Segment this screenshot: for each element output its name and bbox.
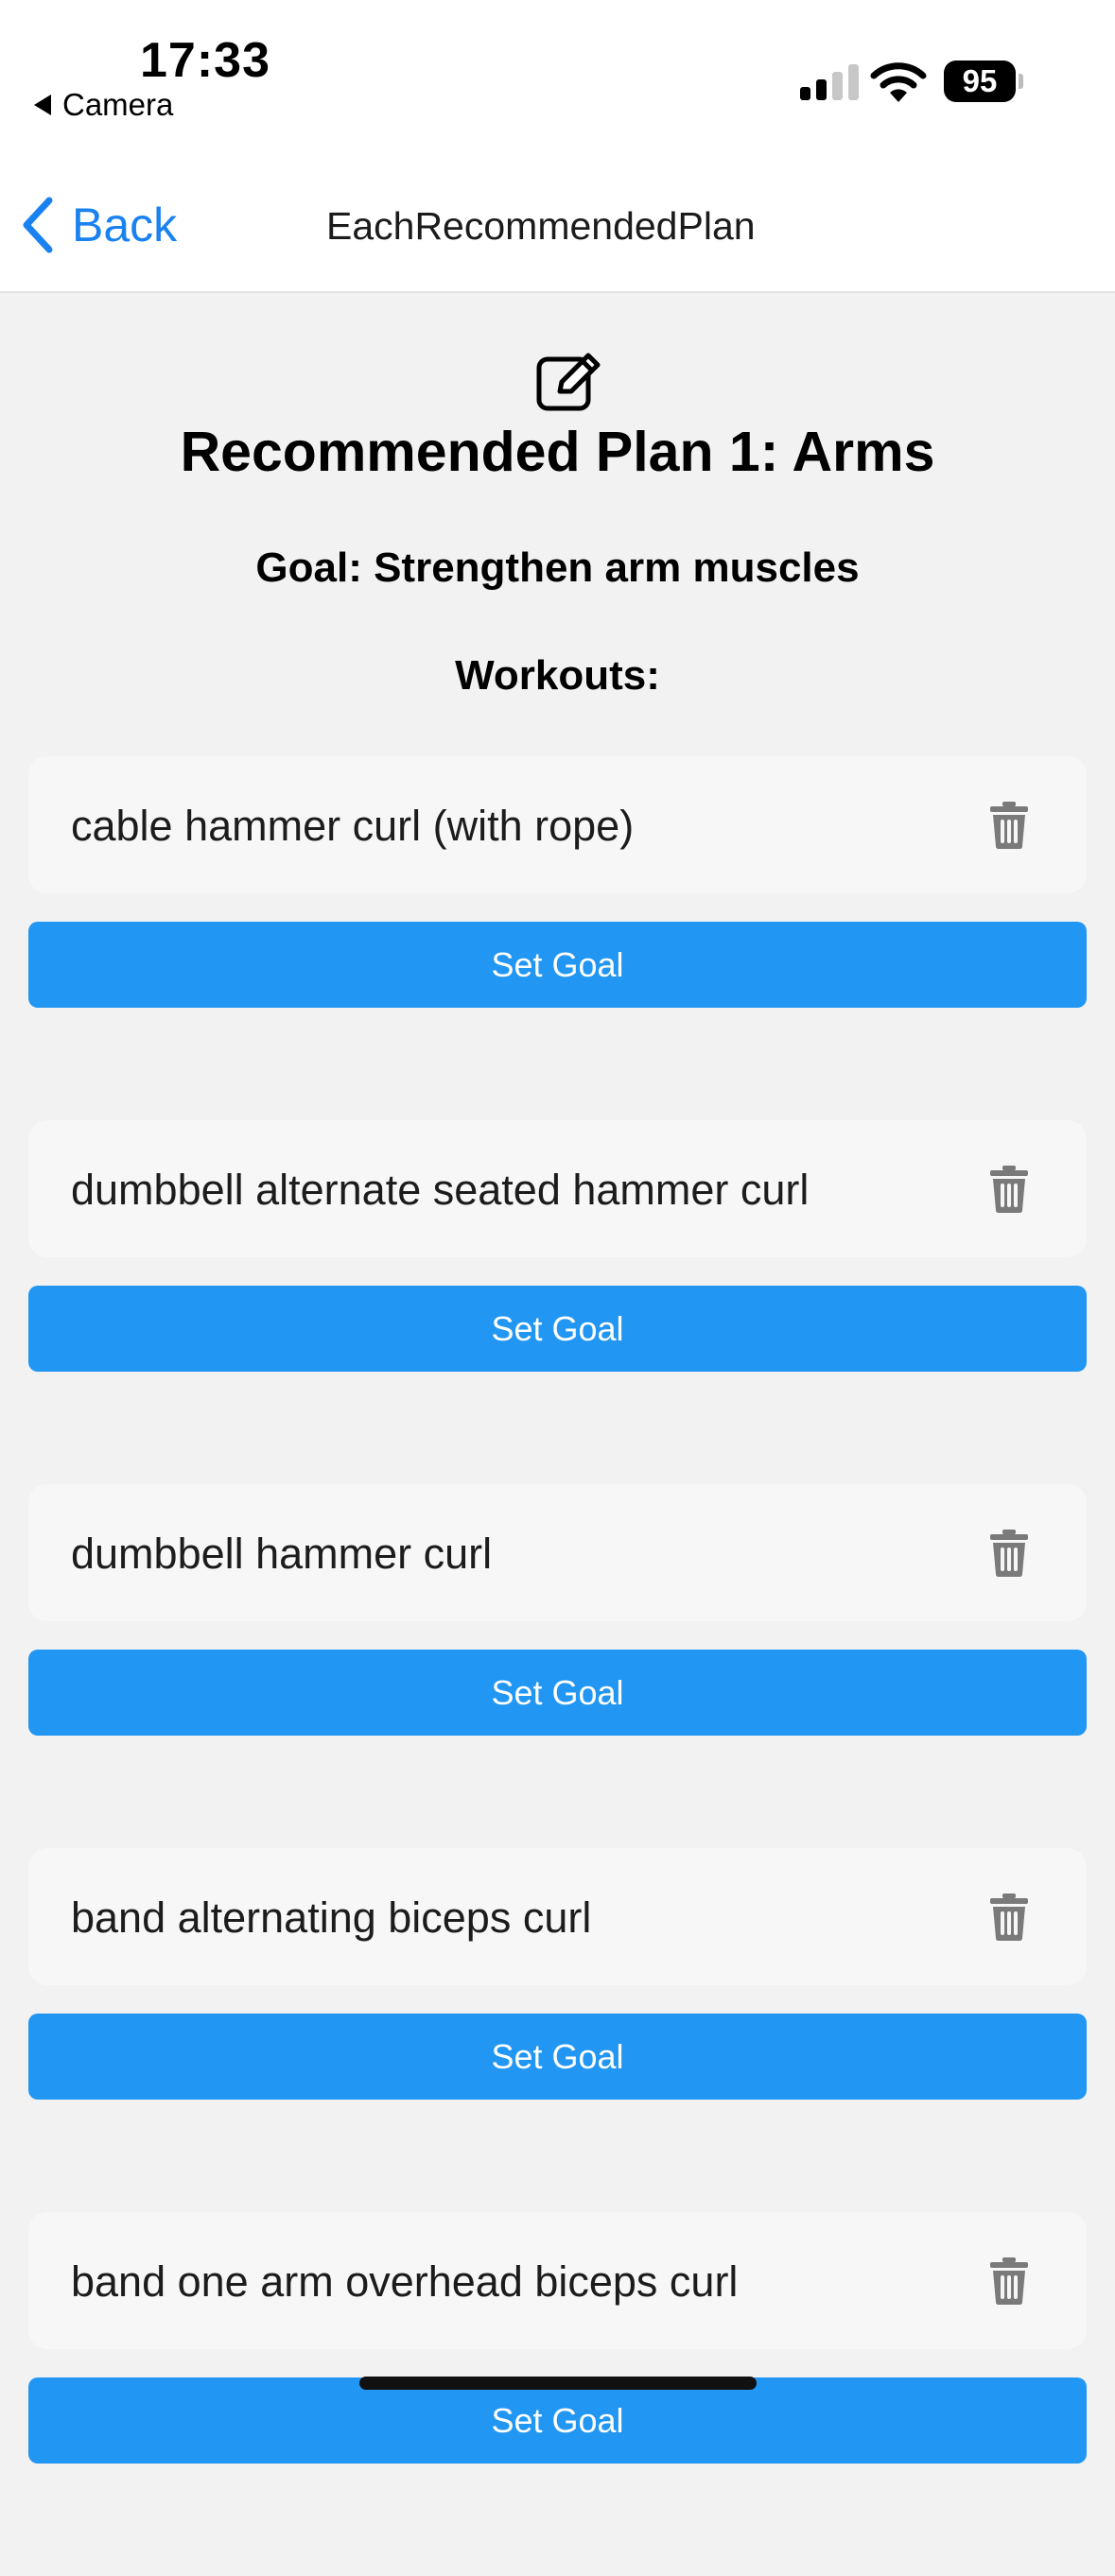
battery-tip <box>1019 74 1023 89</box>
workouts-heading: Workouts: <box>455 652 660 699</box>
back-button[interactable]: Back <box>19 195 177 255</box>
workout-card[interactable]: dumbbell hammer curl <box>28 1484 1087 1621</box>
plan-title: Recommended Plan 1: Arms <box>180 421 935 483</box>
navigation-bar: Back EachRecommendedPlan <box>0 161 1115 293</box>
workout-card[interactable]: band alternating biceps curl <box>28 1848 1087 1985</box>
workout-item: dumbbell alternate seated hammer curl Se… <box>28 1120 1087 1484</box>
set-goal-button[interactable]: Set Goal <box>28 2014 1087 2100</box>
trash-icon[interactable] <box>989 1530 1029 1577</box>
status-bar: 17:33 Camera 95 <box>0 0 1115 161</box>
edit-icon[interactable] <box>535 350 607 412</box>
cellular-signal-icon <box>800 62 859 100</box>
nav-title: EachRecommendedPlan <box>326 204 756 248</box>
workout-name: cable hammer curl (with rope) <box>71 802 635 850</box>
workout-item: band one arm overhead biceps curl Set Go… <box>28 2212 1087 2576</box>
plan-goal: Goal: Strengthen arm muscles <box>255 545 860 591</box>
set-goal-button[interactable]: Set Goal <box>28 1286 1087 1372</box>
status-time: 17:33 <box>140 33 270 88</box>
workout-list: cable hammer curl (with rope) Set Goal d… <box>28 756 1087 2576</box>
set-goal-button[interactable]: Set Goal <box>28 1650 1087 1736</box>
trash-icon[interactable] <box>989 2257 1029 2305</box>
workout-name: band alternating biceps curl <box>71 1893 592 1942</box>
workout-card[interactable]: dumbbell alternate seated hammer curl <box>28 1120 1087 1257</box>
set-goal-button[interactable]: Set Goal <box>28 2377 1087 2464</box>
home-indicator[interactable] <box>359 2377 757 2390</box>
trash-icon[interactable] <box>989 1166 1029 1213</box>
workout-name: band one arm overhead biceps curl <box>71 2257 739 2306</box>
battery-icon: 95 <box>944 61 1016 102</box>
back-label: Back <box>72 199 178 251</box>
workout-name: dumbbell alternate seated hammer curl <box>71 1166 810 1214</box>
workout-item: dumbbell hammer curl Set Goal <box>28 1484 1087 1848</box>
wifi-icon <box>870 62 927 102</box>
set-goal-button[interactable]: Set Goal <box>28 922 1087 1008</box>
workout-name: dumbbell hammer curl <box>71 1530 493 1578</box>
workout-item: cable hammer curl (with rope) Set Goal <box>28 756 1087 1120</box>
trash-icon[interactable] <box>989 1893 1029 1941</box>
workout-item: band alternating biceps curl Set Goal <box>28 1848 1087 2212</box>
back-triangle-icon <box>34 95 51 115</box>
battery-level: 95 <box>962 63 998 98</box>
chevron-left-icon <box>23 197 53 253</box>
workout-card[interactable]: band one arm overhead biceps curl <box>28 2212 1087 2349</box>
trash-icon[interactable] <box>989 802 1029 849</box>
workout-card[interactable]: cable hammer curl (with rope) <box>28 756 1087 893</box>
return-app-label: Camera <box>62 87 174 122</box>
return-to-app-link[interactable]: Camera <box>34 87 173 123</box>
